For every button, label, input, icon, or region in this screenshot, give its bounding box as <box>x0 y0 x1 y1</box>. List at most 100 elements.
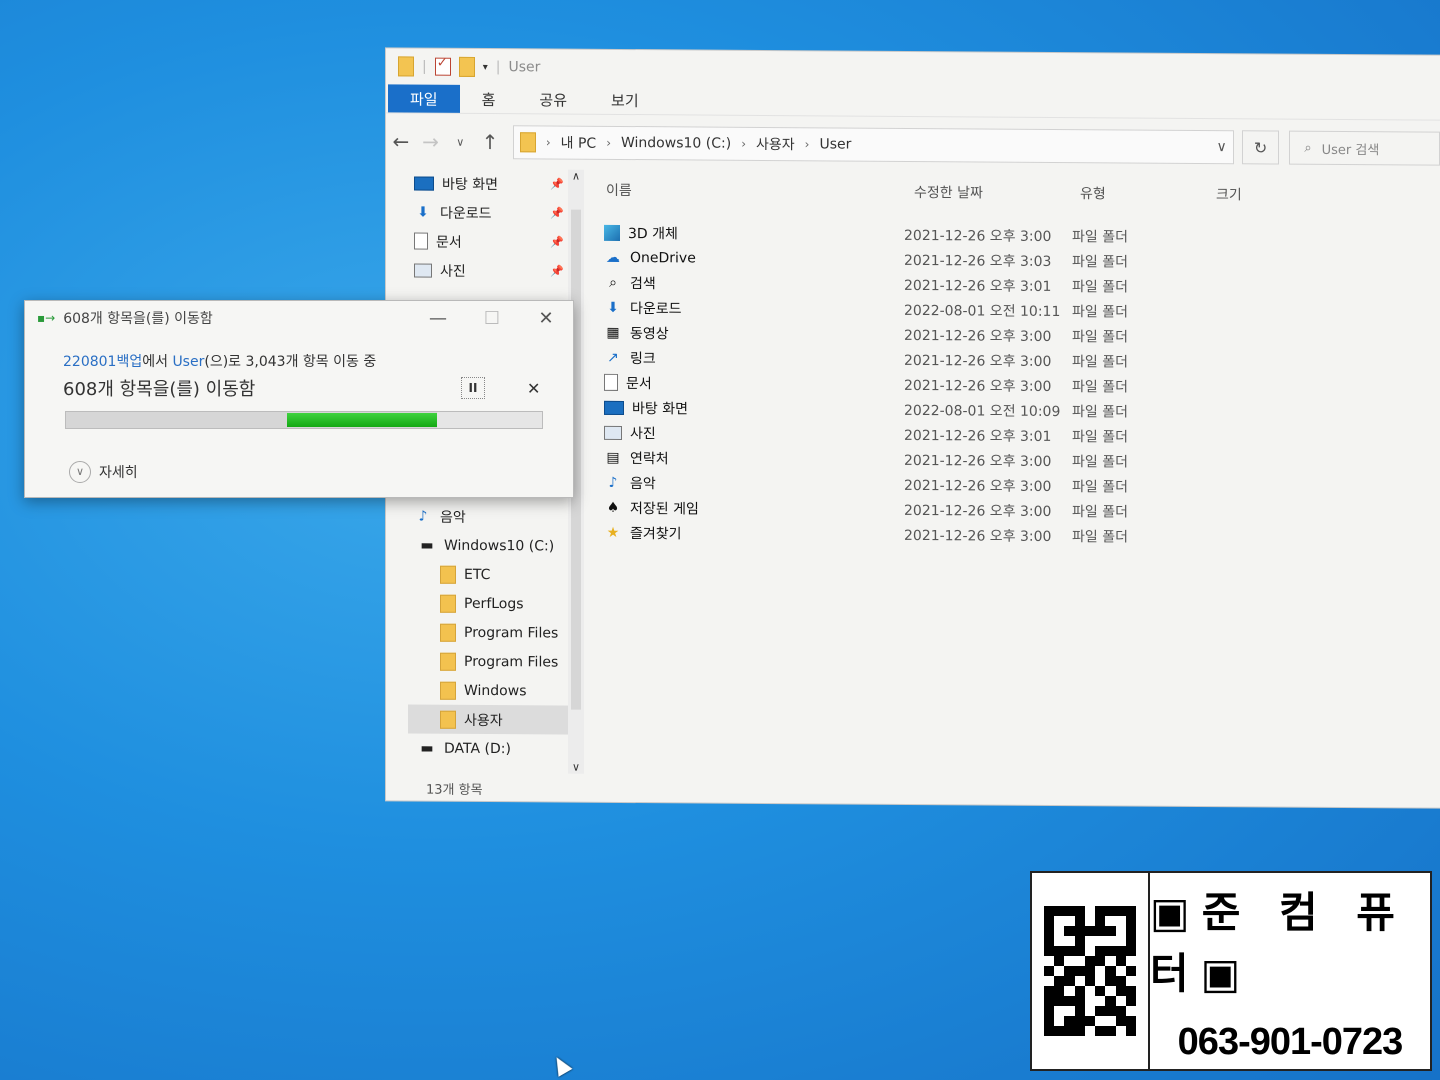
tab-view[interactable]: 보기 <box>589 86 661 114</box>
customize-quick-access-icon[interactable]: ▾ <box>483 61 488 72</box>
pin-icon[interactable]: 📌 <box>550 235 564 248</box>
search-icon: ⌕ <box>1304 140 1312 156</box>
nav-item[interactable]: ♪ 음악 <box>408 501 578 531</box>
file-list: 이름 수정한 날짜 유형 크기 3D 개체 2021-12-26 오후 3:00 파… <box>604 170 1424 551</box>
file-name: 동영상 <box>630 325 669 342</box>
source-folder-link[interactable]: 220801백업 <box>63 354 142 370</box>
up-arrow-icon[interactable]: ↑ <box>475 130 505 154</box>
nav-item-label: DATA (D:) <box>444 740 511 757</box>
minimize-icon[interactable]: — <box>411 308 465 329</box>
details-label: 자세히 <box>99 465 138 481</box>
file-name: 링크 <box>630 350 656 367</box>
nav-item-label: 바탕 화면 <box>442 176 498 193</box>
file-name: 검색 <box>630 275 656 292</box>
onedrive-icon: ☁ <box>606 249 620 266</box>
nav-item[interactable]: ETC <box>408 559 578 589</box>
file-row[interactable]: ★ 즐겨찾기 2021-12-26 오후 3:00 파일 폴더 <box>604 520 1424 551</box>
nav-item[interactable]: ▬ Windows10 (C:) <box>408 530 578 560</box>
close-icon[interactable]: ✕ <box>519 308 573 329</box>
address-dropdown-chevron-icon[interactable]: ∨ <box>1216 139 1226 155</box>
tab-file[interactable]: 파일 <box>388 84 460 113</box>
column-header-date[interactable]: 수정한 날짜 <box>914 182 1080 203</box>
refresh-icon[interactable]: ↻ <box>1241 130 1280 165</box>
file-date: 2021-12-26 오후 3:00 <box>904 227 1052 245</box>
folder-icon <box>440 623 456 642</box>
new-folder-icon[interactable] <box>458 56 475 77</box>
file-type: 파일 폴더 <box>1072 478 1128 496</box>
nav-item[interactable]: Windows <box>408 675 578 705</box>
file-date: 2021-12-26 오후 3:00 <box>904 527 1052 545</box>
search-input[interactable]: ⌕ User 검색 <box>1289 130 1440 166</box>
progress-glow <box>287 413 438 427</box>
tab-home[interactable]: 홈 <box>460 85 518 113</box>
properties-icon[interactable] <box>434 57 451 76</box>
pin-icon[interactable]: 📌 <box>550 177 564 190</box>
nav-item[interactable]: 바탕 화면 📌 <box>408 168 578 198</box>
music-icon: ♪ <box>608 474 618 491</box>
nav-item-label: Program Files <box>464 624 559 642</box>
nav-item[interactable]: 문서 📌 <box>408 226 578 256</box>
address-bar[interactable]: › 내 PC › Windows10 (C:) › 사용자 › User ∨ <box>512 125 1234 165</box>
column-header-size[interactable]: 크기 <box>1216 184 1296 205</box>
nav-item[interactable]: Program Files <box>408 617 578 647</box>
nav-item[interactable]: ⬇ 다운로드 📌 <box>408 197 578 227</box>
file-date: 2021-12-26 오후 3:00 <box>904 452 1052 470</box>
chevron-down-icon: ∨ <box>69 461 91 483</box>
column-header-type[interactable]: 유형 <box>1080 183 1216 204</box>
pin-icon[interactable]: 📌 <box>550 206 564 219</box>
breadcrumb-users[interactable]: 사용자 <box>756 134 795 154</box>
drive-icon: ▬ <box>420 740 434 757</box>
maximize-icon[interactable]: ☐ <box>465 308 519 329</box>
nav-item[interactable]: PerfLogs <box>408 588 578 618</box>
breadcrumb-drive[interactable]: Windows10 (C:) <box>621 135 731 152</box>
document-icon <box>414 232 428 250</box>
nav-item-label: 사용자 <box>464 712 503 729</box>
dialog-title: 608개 항목을(를) 이동함 <box>63 311 213 327</box>
shop-name: ▣준 컴 퓨 터▣ <box>1150 887 1407 998</box>
scroll-down-arrow-icon[interactable]: ∨ <box>568 761 584 774</box>
forward-arrow-icon[interactable]: → <box>416 130 446 154</box>
nav-item[interactable]: 사진 📌 <box>408 255 578 285</box>
file-type: 파일 폴더 <box>1072 528 1128 546</box>
breadcrumb-this-pc[interactable]: 내 PC <box>561 133 597 153</box>
pause-button[interactable]: II <box>461 377 485 399</box>
contacts-icon: ▤ <box>606 449 620 466</box>
mouse-cursor-icon <box>549 1053 573 1077</box>
file-date: 2022-08-01 오전 10:09 <box>904 402 1061 420</box>
search-icon: ⌕ <box>609 274 617 291</box>
file-date: 2021-12-26 오후 3:03 <box>904 252 1052 270</box>
nav-item[interactable]: ▬ DATA (D:) <box>408 733 578 763</box>
navigation-bar: ← → ∨ ↑ › 내 PC › Windows10 (C:) › 사용자 › … <box>386 112 1440 177</box>
file-type: 파일 폴더 <box>1072 278 1128 296</box>
breadcrumb-user[interactable]: User <box>819 136 851 152</box>
column-headers: 이름 수정한 날짜 유형 크기 <box>604 170 1424 216</box>
pin-icon[interactable]: 📌 <box>550 264 564 277</box>
file-type: 파일 폴더 <box>1072 353 1128 371</box>
nav-item[interactable]: Program Files <box>408 646 578 676</box>
file-name: 바탕 화면 <box>632 400 688 417</box>
file-name: 3D 개체 <box>628 225 678 242</box>
picture-icon <box>604 425 622 440</box>
column-header-name[interactable]: 이름 <box>604 180 914 202</box>
advertisement-card: ▣준 컴 퓨 터▣ 063-901-0723 <box>1030 871 1432 1071</box>
file-name: 저장된 게임 <box>630 500 699 518</box>
scroll-up-arrow-icon[interactable]: ∧ <box>568 170 584 183</box>
search-placeholder: User 검색 <box>1321 142 1380 158</box>
folder-icon <box>440 594 456 613</box>
recent-locations-chevron-icon[interactable]: ∨ <box>445 135 475 148</box>
file-type: 파일 폴더 <box>1072 228 1128 246</box>
tab-share[interactable]: 공유 <box>517 85 589 113</box>
window-title: User <box>508 59 541 76</box>
shop-phone: 063-901-0723 <box>1177 1020 1404 1063</box>
file-name: 즐겨찾기 <box>630 525 682 542</box>
desktop-icon <box>414 176 434 191</box>
music-icon: ♪ <box>418 508 428 525</box>
back-arrow-icon[interactable]: ← <box>386 129 416 153</box>
file-type: 파일 폴더 <box>1072 453 1128 471</box>
folder-icon <box>440 652 456 671</box>
cancel-close-icon[interactable]: ✕ <box>527 379 540 398</box>
destination-folder-link[interactable]: User <box>172 354 204 370</box>
nav-item-label: Windows <box>464 682 527 699</box>
nav-item[interactable]: 사용자 <box>408 704 578 735</box>
details-toggle[interactable]: ∨ 자세히 <box>69 461 138 483</box>
